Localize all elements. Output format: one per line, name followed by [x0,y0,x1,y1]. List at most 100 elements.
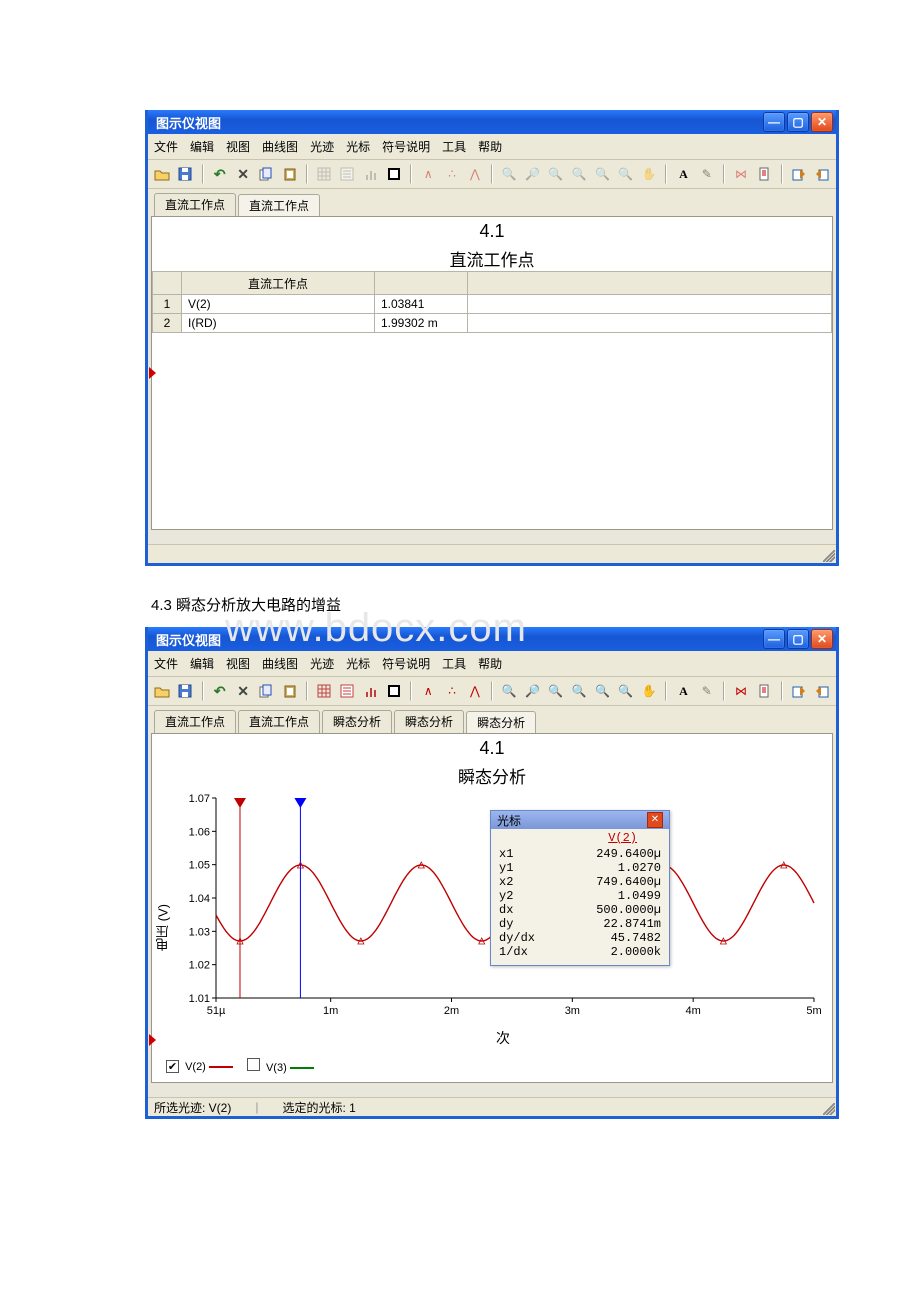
table-row[interactable]: 1 V(2) 1.03841 [153,295,832,314]
separator [410,164,412,184]
tab-tran-3[interactable]: 瞬态分析 [466,711,536,734]
copy-icon[interactable] [256,680,276,702]
menu-edit[interactable]: 编辑 [190,138,214,155]
cursor-panel[interactable]: 光标 ✕ V(2) x1249.6400µ y11.0270 x2749.640… [490,810,670,966]
tab-dc-1[interactable]: 直流工作点 [154,710,236,733]
zoom-area-icon[interactable]: 🔍 [616,680,636,702]
tab-dc-2[interactable]: 直流工作点 [238,194,320,217]
tabbar: 直流工作点 直流工作点 瞬态分析 瞬态分析 瞬态分析 [148,706,836,733]
undo-icon[interactable]: ↶ [210,680,230,702]
export-icon[interactable] [789,163,809,185]
zoom-fit-icon[interactable]: 🔍 [546,680,566,702]
legend-checkbox[interactable]: ✔ [166,1060,179,1073]
row-value: 1.03841 [375,295,468,314]
dual-cursor-icon[interactable]: ⋈ [731,680,751,702]
legend-item[interactable]: ✔ V(2) [166,1060,233,1073]
legend-swatch [290,1067,314,1069]
svg-text:1.03: 1.03 [189,926,210,938]
menu-legend[interactable]: 符号说明 [382,138,430,155]
menu-file[interactable]: 文件 [154,655,178,672]
status-cursor: 选定的光标: 1 [282,1099,355,1116]
import-icon[interactable] [812,680,832,702]
chart-subtitle: 直流工作点 [152,242,832,271]
maximize-button[interactable]: ▢ [787,629,809,649]
menu-trace[interactable]: 光迹 [310,655,334,672]
cursor-dots-icon[interactable]: ∴ [441,680,461,702]
list-icon[interactable] [337,680,357,702]
paste-icon[interactable] [280,163,300,185]
minimize-button[interactable]: — [763,112,785,132]
minimize-button[interactable]: — [763,629,785,649]
separator [723,681,725,701]
tab-dc-1[interactable]: 直流工作点 [154,193,236,216]
tab-dc-2[interactable]: 直流工作点 [238,710,320,733]
resize-grip-icon[interactable] [823,550,835,562]
titlebar[interactable]: 图示仪视图 — ▢ ✕ [148,110,836,134]
export-icon[interactable] [789,680,809,702]
resize-grip-icon[interactable] [823,1103,835,1115]
export-data-icon[interactable] [754,680,774,702]
menu-help[interactable]: 帮助 [478,655,502,672]
zoom-y-icon[interactable]: 🔍 [592,680,612,702]
zoom-out-icon[interactable]: 🔎 [522,680,542,702]
zoom-fit-icon: 🔍 [546,163,566,185]
delete-icon[interactable]: ✕ [233,163,253,185]
legend-checkbox[interactable] [247,1058,260,1071]
blackbg-icon[interactable] [384,680,404,702]
table-row[interactable]: 2 I(RD) 1.99302 m [153,314,832,333]
close-button[interactable]: ✕ [811,629,833,649]
import-icon[interactable] [812,163,832,185]
menu-cursor[interactable]: 光标 [346,655,370,672]
zoom-x-icon[interactable]: 🔍 [569,680,589,702]
menu-view[interactable]: 视图 [226,655,250,672]
close-button[interactable]: ✕ [811,112,833,132]
menu-plot[interactable]: 曲线图 [262,655,298,672]
menu-help[interactable]: 帮助 [478,138,502,155]
zoom-in-icon[interactable]: 🔍 [499,680,519,702]
undo-icon[interactable]: ↶ [210,163,230,185]
text-icon[interactable]: A [673,163,693,185]
menu-plot[interactable]: 曲线图 [262,138,298,155]
menu-tools[interactable]: 工具 [442,655,466,672]
text-icon[interactable]: A [673,680,693,702]
blackbg-icon[interactable] [384,163,404,185]
cursor-1-icon[interactable]: ∧ [418,680,438,702]
menu-file[interactable]: 文件 [154,138,178,155]
menu-view[interactable]: 视图 [226,138,250,155]
cursor-peak-icon[interactable]: ⋀ [465,680,485,702]
client-area: 4.1 直流工作点 直流工作点 1 V(2) 1.03841 2 I(RD [151,216,833,530]
paste-icon[interactable] [280,680,300,702]
menu-edit[interactable]: 编辑 [190,655,214,672]
save-icon[interactable] [175,163,195,185]
barchart-icon[interactable] [361,680,381,702]
tab-tran-1[interactable]: 瞬态分析 [322,710,392,733]
status-trace: 所选光迹: V(2) [154,1099,231,1116]
cursor-panel-title: 光标 [497,812,521,829]
menu-legend[interactable]: 符号说明 [382,655,430,672]
save-icon[interactable] [175,680,195,702]
cursor-panel-close-button[interactable]: ✕ [647,812,663,828]
pan-icon[interactable]: ✋ [639,680,659,702]
maximize-button[interactable]: ▢ [787,112,809,132]
svg-text:4m: 4m [686,1005,701,1017]
grid-icon[interactable] [314,680,334,702]
open-icon[interactable] [152,680,172,702]
delete-icon[interactable]: ✕ [233,680,253,702]
legend-label: V(2) [185,1061,206,1073]
zoom-area-icon: 🔍 [616,163,636,185]
barchart-icon [361,163,381,185]
zoom-y-icon: 🔍 [592,163,612,185]
copy-icon[interactable] [256,163,276,185]
menu-trace[interactable]: 光迹 [310,138,334,155]
y-axis-label: 电压 (V) [152,788,174,1068]
pencil-icon: ✎ [697,680,717,702]
menu-cursor[interactable]: 光标 [346,138,370,155]
separator [781,164,783,184]
menu-tools[interactable]: 工具 [442,138,466,155]
export-data-icon[interactable] [754,163,774,185]
legend-item[interactable]: V(3) [247,1058,314,1074]
pencil-icon: ✎ [697,163,717,185]
svg-text:2m: 2m [444,1005,459,1017]
open-icon[interactable] [152,163,172,185]
tab-tran-2[interactable]: 瞬态分析 [394,710,464,733]
